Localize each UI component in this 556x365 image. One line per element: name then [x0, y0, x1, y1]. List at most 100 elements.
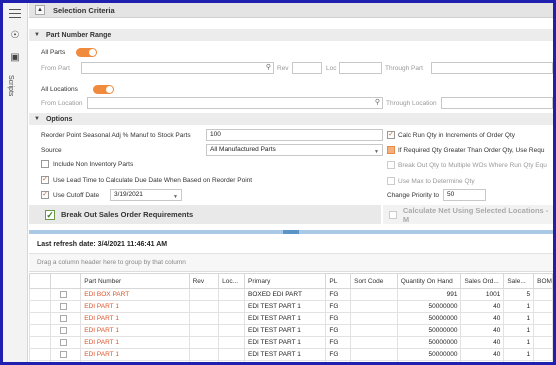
part-number-link[interactable]: EDI PART 1 — [80, 336, 190, 349]
loc-input[interactable] — [339, 62, 382, 74]
reorder-point-input[interactable]: 100 — [206, 129, 383, 141]
use-cutoff-checkbox[interactable]: ✓ — [41, 191, 49, 199]
checkbox[interactable] — [59, 302, 67, 310]
use-max-checkbox[interactable] — [387, 177, 395, 185]
checkbox[interactable] — [59, 290, 67, 298]
menu-icon[interactable] — [9, 9, 21, 21]
search-icon[interactable]: ⚲ — [266, 63, 271, 73]
loc-cell — [218, 300, 245, 313]
column-header-rev[interactable]: Rev — [188, 273, 220, 289]
column-header-sale[interactable]: Sale... — [503, 273, 535, 289]
bom-cell — [533, 312, 553, 325]
through-part-input[interactable] — [431, 62, 553, 74]
from-part-input[interactable]: ⚲ — [81, 62, 274, 74]
column-header-loc[interactable]: Loc... — [218, 273, 245, 289]
pl-cell: FG — [325, 336, 352, 349]
table-row[interactable]: EDI PART 1 EDI TEST PART 1 FG 50000000 40 1 — [29, 300, 553, 313]
scripts-tab[interactable]: Scripts — [7, 75, 14, 96]
through-location-input[interactable] — [441, 97, 553, 109]
part-number-link[interactable]: EDI PART 1 — [80, 348, 190, 361]
table-row[interactable]: EDI PART 1 EDI TEST PART 1 FG 50000000 40 1 — [29, 324, 553, 337]
part-range-header[interactable]: ▼ Part Number Range — [29, 29, 553, 41]
cutoff-date-input[interactable]: 3/19/2021 ▼ — [110, 189, 182, 201]
column-header-pl[interactable]: PL — [325, 273, 352, 289]
options-header[interactable]: ▼ Options — [29, 113, 553, 125]
column-header-part-number[interactable]: Part Number — [80, 273, 190, 289]
row-select-checkbox[interactable] — [49, 288, 82, 301]
from-location-input[interactable]: ⚲ — [87, 97, 383, 109]
column-header-bom[interactable]: BOM — [533, 273, 553, 289]
sort-code-cell — [350, 348, 398, 361]
column-header-primary[interactable]: Primary — [243, 273, 327, 289]
calc-run-qty-checkbox[interactable]: ✓ — [387, 131, 395, 139]
group-by-panel[interactable]: Drag a column header here to group by th… — [29, 254, 553, 272]
checkbox[interactable] — [59, 314, 67, 322]
use-cutoff-label: Use Cutoff Date — [53, 192, 100, 199]
column-header-sales-order[interactable]: Sales Ord... — [460, 273, 505, 289]
all-locations-toggle[interactable] — [93, 85, 114, 94]
sale-cell: 1 — [503, 324, 535, 337]
checkbox[interactable] — [59, 350, 67, 358]
calc-net-bar: Calculate Net Using Selected Locations -… — [383, 205, 553, 224]
sort-code-cell — [350, 324, 398, 337]
part-number-link[interactable]: EDI PART 1 — [80, 360, 190, 362]
break-out-sales-checkbox[interactable]: ✓ — [45, 209, 55, 220]
pl-cell: FG — [325, 360, 352, 362]
chevron-down-icon[interactable]: ▼ — [374, 147, 379, 157]
table-row[interactable]: EDI PART 1 EDI TEST PART 1 FG 50000000 40 1 — [29, 312, 553, 325]
break-out-wos-checkbox[interactable] — [387, 161, 395, 169]
rev-cell — [188, 324, 220, 337]
calc-net-checkbox[interactable] — [389, 210, 397, 219]
all-locations-label: All Locations — [41, 86, 78, 93]
checkbox[interactable] — [59, 326, 67, 334]
sort-code-cell — [350, 312, 398, 325]
sales-order-cell: 49 — [460, 360, 505, 362]
table-row[interactable]: EDI PART 1 EDI TEST PART 1 FG 50000000 40 1 — [29, 336, 553, 349]
if-required-checkbox[interactable] — [387, 146, 395, 154]
quantity-on-hand-cell: 50000000 — [396, 336, 462, 349]
source-select[interactable]: All Manufactured Parts ▼ — [206, 144, 383, 156]
row-select-checkbox[interactable] — [49, 336, 82, 349]
through-part-label: Through Part — [385, 65, 423, 72]
expand-arrow-icon: ▼ — [34, 32, 40, 38]
all-parts-toggle[interactable] — [76, 48, 97, 57]
collapse-icon[interactable]: ▲ — [35, 5, 45, 15]
table-row[interactable]: EDI PART 1 EDI TEST PART 1 FG 50000000 40 1 — [29, 348, 553, 361]
compass-icon[interactable]: ☉ — [9, 29, 21, 41]
include-non-inventory-checkbox[interactable] — [41, 160, 49, 168]
panel-splitter[interactable] — [29, 230, 553, 234]
checkbox[interactable] — [59, 338, 67, 346]
bom-cell — [533, 288, 553, 301]
rev-input[interactable] — [292, 62, 322, 74]
loc-cell — [218, 312, 245, 325]
part-number-link[interactable]: EDI PART 1 — [80, 300, 190, 313]
quantity-on-hand-cell: 50000000 — [396, 324, 462, 337]
row-select-checkbox[interactable] — [49, 300, 82, 313]
table-row[interactable]: EDI BOX PART BOXED EDI PART FG 991 1001 5 — [29, 288, 553, 301]
use-lead-time-checkbox[interactable]: ✓ — [41, 176, 49, 184]
search-icon[interactable]: ⚲ — [375, 98, 380, 108]
rev-cell — [188, 336, 220, 349]
part-number-link[interactable]: EDI BOX PART — [80, 288, 190, 301]
rev-cell — [188, 288, 220, 301]
part-number-link[interactable]: EDI PART 1 — [80, 312, 190, 325]
column-header-select[interactable] — [49, 273, 82, 289]
loc-cell — [218, 360, 245, 362]
change-priority-input[interactable]: 50 — [443, 189, 486, 201]
part-number-link[interactable]: EDI PART 1 — [80, 324, 190, 337]
loc-label: Loc — [326, 65, 337, 72]
sales-order-cell: 1001 — [460, 288, 505, 301]
row-select-checkbox[interactable] — [49, 348, 82, 361]
primary-cell: EDI TEST PART 1 — [243, 324, 327, 337]
sort-code-cell — [350, 336, 398, 349]
row-select-checkbox[interactable] — [49, 312, 82, 325]
box-icon[interactable]: ▣ — [9, 51, 21, 63]
table-row[interactable]: EDI PART 1 EDI TEST PART 1FG 50000000491 — [29, 360, 553, 362]
column-header-quantity-on-hand[interactable]: Quantity On Hand — [396, 273, 462, 289]
column-header-sort-code[interactable]: Sort Code — [350, 273, 398, 289]
selection-criteria-header[interactable]: ▲ Selection Criteria — [29, 3, 553, 18]
row-select-checkbox[interactable] — [49, 360, 82, 362]
row-select-checkbox[interactable] — [49, 324, 82, 337]
pl-cell: FG — [325, 312, 352, 325]
chevron-down-icon[interactable]: ▼ — [173, 192, 178, 202]
